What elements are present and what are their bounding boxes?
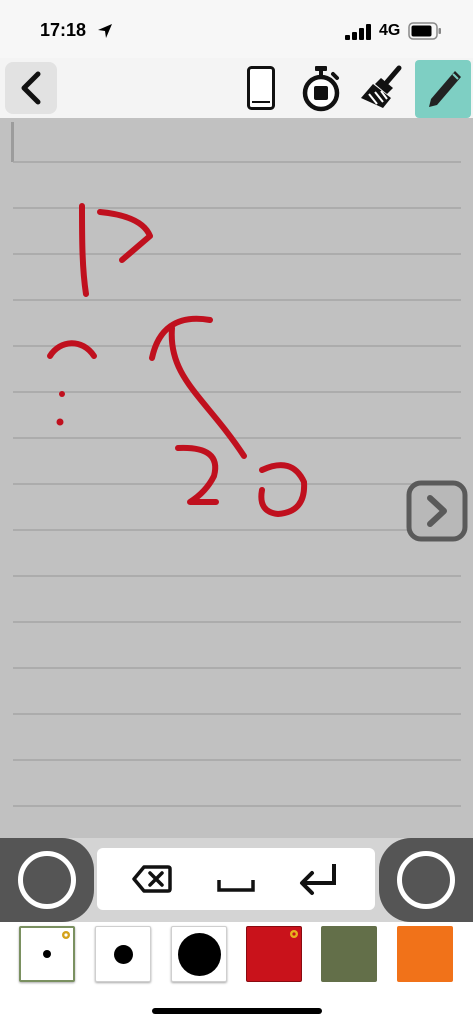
pen-size-small[interactable] [19,926,75,982]
color-orange[interactable] [397,926,453,982]
status-bar: 17:18 4G [0,0,473,58]
right-circle-button[interactable] [379,838,473,922]
color-red[interactable] [246,926,302,982]
dot-icon [114,945,133,964]
pen-tool-button[interactable] [415,60,471,118]
input-key-row [0,838,473,922]
drawing-canvas[interactable] [0,118,473,838]
timer-button[interactable] [296,62,346,114]
gear-icon [62,931,70,939]
circle-icon [18,851,76,909]
text-cursor [11,122,14,162]
home-indicator[interactable] [152,1008,322,1014]
pen-palette [0,922,473,1024]
battery-icon [408,22,441,40]
network-label: 4G [379,22,401,39]
left-circle-button[interactable] [0,838,94,922]
dot-icon [178,933,221,976]
phone-view-button[interactable] [236,62,286,114]
backspace-icon [132,865,172,893]
return-key[interactable] [283,848,353,910]
space-icon [217,880,255,892]
canvas-surface [11,122,461,807]
space-key[interactable] [201,848,271,910]
chevron-right-icon [406,480,468,542]
back-button[interactable] [5,62,57,114]
backspace-key[interactable] [117,848,187,910]
circle-icon [397,851,455,909]
back-chevron-icon [21,71,41,105]
phone-icon [247,66,275,110]
handwriting-strokes [47,203,308,517]
gear-icon [290,930,298,938]
next-page-button[interactable] [406,480,468,542]
location-arrow-icon [98,24,112,38]
pen-size-large[interactable] [171,926,227,982]
broom-icon [361,65,402,108]
pencil-icon [429,71,461,107]
dot-icon [43,950,51,958]
return-icon [300,864,336,895]
signal-bars-icon [345,24,371,40]
stopwatch-icon [302,66,340,112]
toolbar [0,58,473,118]
pen-size-medium[interactable] [95,926,151,982]
color-olive[interactable] [321,926,377,982]
status-time: 17:18 [40,20,87,40]
keys-panel [97,848,375,910]
clear-button[interactable] [356,62,406,114]
